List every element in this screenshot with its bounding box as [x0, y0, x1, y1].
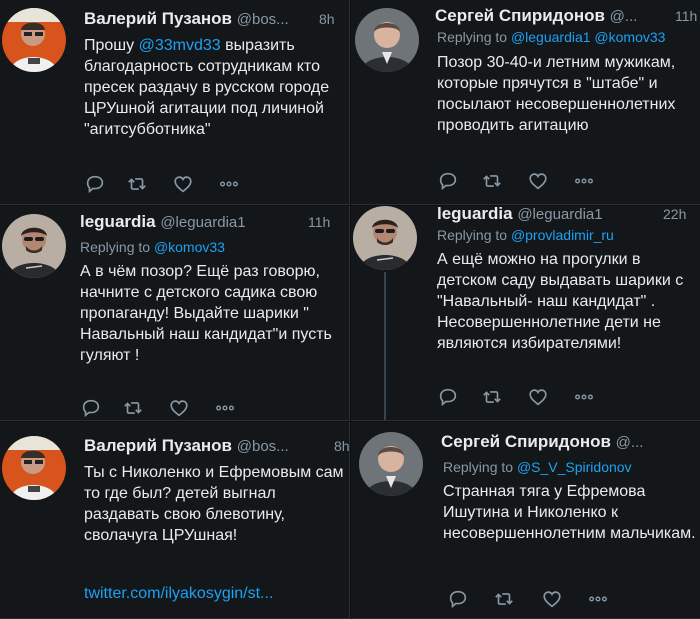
author-handle[interactable]: @leguardia1	[160, 214, 245, 231]
timestamp[interactable]: 11h	[675, 8, 697, 24]
like-icon[interactable]	[172, 173, 194, 195]
avatar[interactable]	[2, 436, 66, 500]
like-icon[interactable]	[527, 386, 549, 408]
avatar[interactable]	[2, 214, 66, 278]
timestamp[interactable]: 8h	[334, 438, 349, 454]
reply-icon[interactable]	[447, 588, 469, 610]
tweet-actions	[437, 170, 597, 192]
retweet-icon[interactable]	[481, 170, 503, 192]
avatar[interactable]	[359, 432, 423, 496]
replying-to: Replying to @leguardia1 @komov33	[437, 29, 666, 45]
author-name[interactable]: Сергей Спиридонов @...	[441, 432, 643, 452]
tweet-link[interactable]: twitter.com/ilyakosygin/st...	[84, 583, 346, 604]
author-handle[interactable]: @bos...	[237, 11, 289, 28]
author-name[interactable]: leguardia @leguardia1	[437, 206, 603, 224]
mention-link[interactable]: @33mvd33	[139, 37, 221, 54]
tweet-card[interactable]: Валерий Пузанов @bos... 8h Прошу @33mvd3…	[0, 0, 350, 205]
reply-icon[interactable]	[437, 170, 459, 192]
author-handle[interactable]: @bos...	[237, 438, 289, 455]
like-icon[interactable]	[168, 397, 190, 419]
tweet-actions	[447, 588, 607, 610]
author-name[interactable]: Валерий Пузанов @bos...	[84, 436, 289, 456]
tweet-text: Позор 30-40-и летним мужикам, которые пр…	[437, 54, 676, 134]
like-icon[interactable]	[541, 588, 563, 610]
author-name[interactable]: leguardia @leguardia1	[80, 212, 246, 232]
retweet-icon[interactable]	[481, 386, 503, 408]
reply-mention-link[interactable]: @komov33	[154, 239, 225, 255]
avatar[interactable]	[355, 8, 419, 72]
reply-icon[interactable]	[80, 397, 102, 419]
tweet-card[interactable]: Сергей Спиридонов @... Replying to @S_V_…	[351, 422, 700, 619]
like-icon[interactable]	[527, 170, 549, 192]
replying-to: Replying to @S_V_Spiridonov	[443, 459, 632, 475]
retweet-icon[interactable]	[126, 173, 148, 195]
author-handle[interactable]: @...	[610, 8, 638, 25]
tweet-text: Прошу @33mvd33 выразить благодарность со…	[84, 37, 330, 138]
avatar[interactable]	[2, 8, 66, 72]
tweet-card[interactable]: Сергей Спиридонов @... 11h Replying to @…	[351, 0, 700, 205]
reply-icon[interactable]	[84, 173, 106, 195]
timestamp[interactable]: 22h	[663, 206, 686, 222]
reply-mention-link[interactable]: @S_V_Spiridonov	[517, 459, 632, 475]
author-name[interactable]: Сергей Спиридонов @...	[435, 6, 637, 26]
retweet-icon[interactable]	[493, 588, 515, 610]
timestamp[interactable]: 8h	[319, 11, 335, 27]
tweet-text: Ты с Николенко и Ефремовым сам то где бы…	[84, 464, 344, 544]
tweet-text: А ещё можно на прогулки в детском саду в…	[437, 251, 684, 352]
tweet-actions	[84, 173, 244, 195]
retweet-icon[interactable]	[122, 397, 144, 419]
tweet-card[interactable]: Валерий Пузанов @bos... 8h Ты с Николенк…	[0, 422, 350, 619]
reply-mention-link[interactable]: @provladimir_ru	[511, 227, 614, 243]
avatar[interactable]	[353, 206, 417, 270]
reply-mention-link[interactable]: @leguardia1 @komov33	[511, 29, 666, 45]
replying-to: Replying to @komov33	[80, 239, 225, 255]
tweet-text: Странная тяга у Ефремова Ишутина и Никол…	[443, 483, 696, 542]
more-icon[interactable]	[573, 386, 595, 408]
tweet-text: А в чём позор? Ещё раз говорю, начните с…	[80, 263, 332, 364]
author-handle[interactable]: @...	[616, 434, 644, 451]
author-handle[interactable]: @leguardia1	[517, 206, 602, 223]
more-icon[interactable]	[587, 588, 609, 610]
tweet-actions	[437, 386, 597, 408]
thread-line	[384, 272, 386, 420]
tweet-card[interactable]: leguardia @leguardia1 11h Replying to @k…	[0, 206, 350, 421]
more-icon[interactable]	[573, 170, 595, 192]
more-icon[interactable]	[214, 397, 236, 419]
reply-icon[interactable]	[437, 386, 459, 408]
tweet-card[interactable]: leguardia @leguardia1 22h Replying to @p…	[351, 206, 700, 421]
replying-to: Replying to @provladimir_ru	[437, 227, 614, 243]
author-name[interactable]: Валерий Пузанов @bos...	[84, 9, 289, 29]
timestamp[interactable]: 11h	[308, 214, 330, 230]
tweet-actions	[80, 397, 240, 419]
more-icon[interactable]	[218, 173, 240, 195]
